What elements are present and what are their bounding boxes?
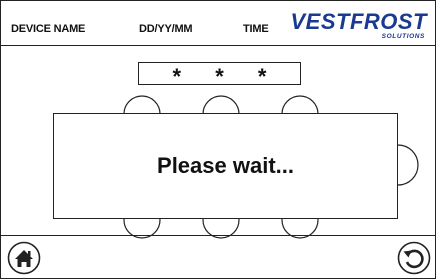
undo-arrow-icon[interactable] [397, 241, 431, 275]
home-icon[interactable] [7, 241, 41, 275]
footer-bar [1, 235, 435, 278]
device-screen: DEVICE NAME DD/YY/MM TIME VESTFROST SOLU… [0, 0, 436, 279]
dialog-message: Please wait... [157, 153, 294, 178]
please-wait-dialog: Please wait... [53, 113, 398, 219]
